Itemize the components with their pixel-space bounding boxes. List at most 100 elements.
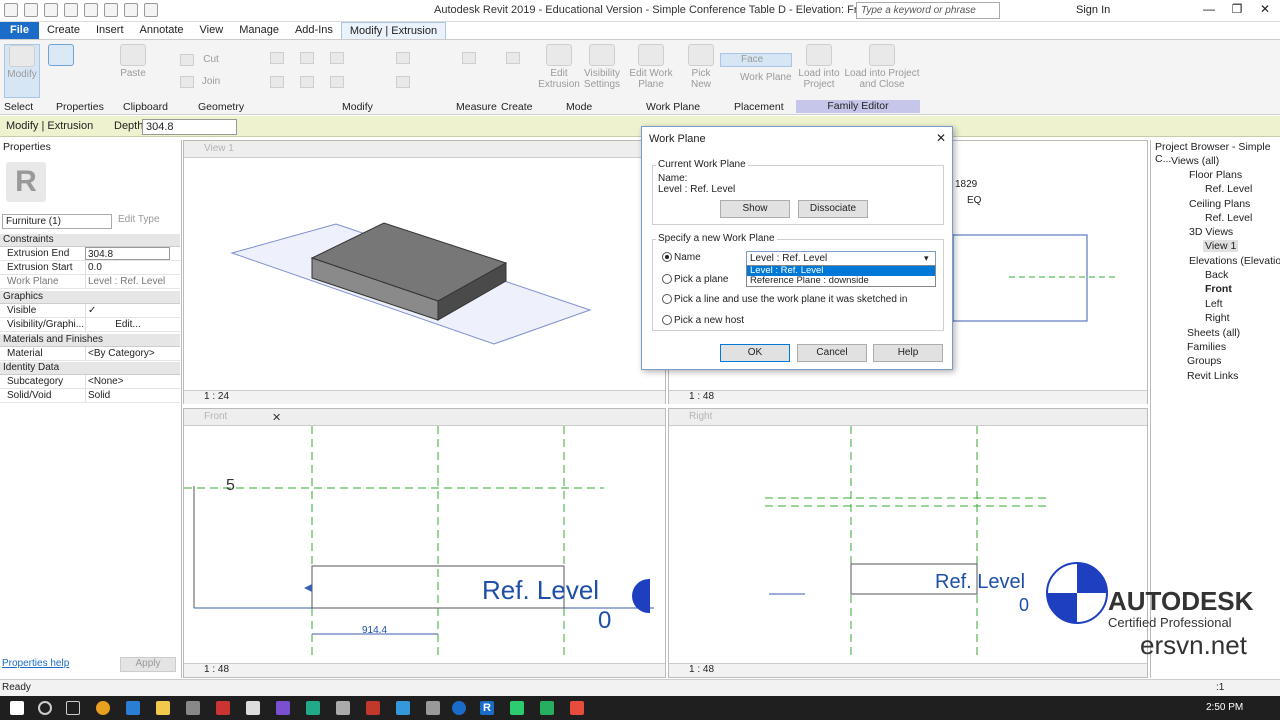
plan-canvas[interactable] (949, 201, 1129, 331)
3d-extrusion-canvas[interactable] (184, 158, 644, 383)
edit-work-plane-button[interactable]: Edit Work Plane (626, 44, 676, 90)
modify-button[interactable]: Modify (4, 44, 40, 98)
prop-row[interactable]: Extrusion End 304.8 (0, 247, 180, 261)
depth-input[interactable]: 304.8 (142, 119, 237, 135)
task-view-icon[interactable] (66, 701, 80, 715)
selection-filter[interactable]: :1 (1216, 682, 1224, 693)
scale-icon[interactable] (396, 76, 410, 88)
app-icon[interactable] (452, 701, 466, 715)
copy-icon[interactable] (300, 76, 314, 88)
maximize-icon[interactable]: ❐ (1226, 2, 1248, 16)
align-icon[interactable] (270, 52, 284, 64)
dialog-close-icon[interactable]: ✕ (936, 131, 946, 145)
tab-manage[interactable]: Manage (231, 22, 287, 39)
cut-button[interactable]: Cut (196, 54, 226, 65)
app-icon[interactable] (366, 701, 380, 715)
app-icon[interactable] (570, 701, 584, 715)
tree-3d-views[interactable]: 3D Views (1189, 226, 1233, 238)
prop-row[interactable]: Work Plane Level : Ref. Level (0, 275, 180, 289)
edit-extrusion-button[interactable]: Edit Extrusion (538, 44, 580, 90)
cancel-button[interactable]: Cancel (797, 344, 867, 362)
right-scale[interactable]: 1 : 48 (689, 664, 714, 675)
save-icon[interactable] (24, 3, 38, 17)
edge-icon[interactable] (126, 701, 140, 715)
tree-groups[interactable]: Groups (1187, 355, 1221, 367)
excel-icon[interactable] (540, 701, 554, 715)
tree-revit-links[interactable]: Revit Links (1187, 370, 1238, 382)
face-button[interactable]: Face (720, 53, 792, 67)
front-canvas[interactable] (184, 426, 654, 656)
sync-icon[interactable] (44, 3, 58, 17)
app-icon[interactable] (396, 701, 410, 715)
section-identity[interactable]: Identity Data (0, 362, 180, 375)
tree-front[interactable]: Front (1205, 283, 1232, 295)
ok-button[interactable]: OK (720, 344, 790, 362)
tab-front[interactable]: Front (184, 409, 665, 426)
rotate-icon[interactable] (330, 76, 344, 88)
edit-type-button[interactable]: Edit Type (118, 214, 160, 225)
array-icon[interactable] (396, 52, 410, 64)
tab-right[interactable]: Right (669, 409, 1147, 426)
tab-view-1[interactable]: View 1 (184, 141, 665, 158)
app-icon[interactable] (426, 701, 440, 715)
visible-checkbox[interactable]: ✓ (85, 304, 170, 317)
section-materials[interactable]: Materials and Finishes (0, 334, 180, 347)
tree-sheets[interactable]: Sheets (all) (1187, 327, 1240, 339)
tree-right[interactable]: Right (1205, 312, 1230, 324)
plan-scale[interactable]: 1 : 48 (689, 391, 714, 402)
name-radio[interactable] (662, 252, 672, 262)
minimize-icon[interactable]: — (1198, 2, 1220, 16)
tree-families[interactable]: Families (1187, 341, 1226, 353)
tree-floor-plans[interactable]: Floor Plans (1189, 169, 1242, 181)
view-front[interactable]: Front ✕ 5 Ref. Level 0 914.4 1 : 48 (183, 408, 666, 678)
prop-row[interactable]: Material <By Category> (0, 347, 180, 361)
tree-ref-level[interactable]: Ref. Level (1205, 212, 1252, 224)
pick-line-radio[interactable] (662, 294, 672, 304)
tree-back[interactable]: Back (1205, 269, 1228, 281)
pick-new-button[interactable]: Pick New (686, 44, 716, 90)
file-explorer-icon[interactable] (156, 701, 170, 715)
measure-icon[interactable] (124, 3, 138, 17)
prop-row[interactable]: Extrusion Start 0.0 (0, 261, 180, 275)
close-view-icon[interactable]: ✕ (272, 411, 281, 424)
tree-ref-level[interactable]: Ref. Level (1205, 183, 1252, 195)
paste-button[interactable]: Paste (118, 44, 148, 79)
tree-views-all[interactable]: Views (all) (1171, 155, 1219, 167)
work-plane-button[interactable]: Work Plane (720, 72, 792, 83)
windows-start-icon[interactable] (10, 701, 24, 715)
view-right[interactable]: Right Ref. Level 0 1 : 48 (668, 408, 1148, 678)
mail-icon[interactable] (246, 701, 260, 715)
tree-view-1[interactable]: View 1 (1203, 240, 1239, 252)
tab-insert[interactable]: Insert (88, 22, 132, 39)
chrome-icon[interactable] (96, 701, 110, 715)
text-icon[interactable] (144, 3, 158, 17)
prop-row[interactable]: Visible ✓ (0, 304, 180, 318)
undo-icon[interactable] (64, 3, 78, 17)
pick-plane-label[interactable]: Pick a plane (674, 274, 728, 285)
show-button[interactable]: Show (720, 200, 790, 218)
sign-in-link[interactable]: Sign In (1076, 4, 1110, 16)
type-selector[interactable]: Furniture (1) (2, 214, 112, 229)
properties-help-link[interactable]: Properties help (2, 658, 69, 669)
prop-row[interactable]: Visibility/Graphi... Edit... (0, 318, 180, 332)
join-button[interactable]: Join (196, 76, 226, 87)
tab-modify-extrusion[interactable]: Modify | Extrusion (340, 22, 447, 39)
front-scale[interactable]: 1 : 48 (204, 664, 229, 675)
tree-ceiling-plans[interactable]: Ceiling Plans (1189, 198, 1250, 210)
close-icon[interactable]: ✕ (1254, 2, 1276, 16)
view-1-scale[interactable]: 1 : 24 (204, 391, 229, 402)
measure-icon[interactable] (462, 52, 476, 64)
media-icon[interactable] (216, 701, 230, 715)
work-plane-name-combo[interactable]: Level : Ref. Level (746, 251, 936, 266)
properties-button[interactable] (46, 44, 76, 68)
section-constraints[interactable]: Constraints (0, 234, 180, 247)
tab-create[interactable]: Create (39, 22, 88, 39)
tree-left[interactable]: Left (1205, 298, 1223, 310)
chevron-down-icon[interactable]: ▾ (924, 253, 929, 264)
panel-select[interactable]: Select (4, 101, 33, 113)
apply-button[interactable]: Apply (120, 657, 176, 672)
search-icon[interactable] (38, 701, 52, 715)
tree-elevations[interactable]: Elevations (Elevation 1 (1189, 255, 1280, 267)
prop-row[interactable]: Solid/Void Solid (0, 389, 180, 403)
create-similar-icon[interactable] (506, 52, 520, 64)
